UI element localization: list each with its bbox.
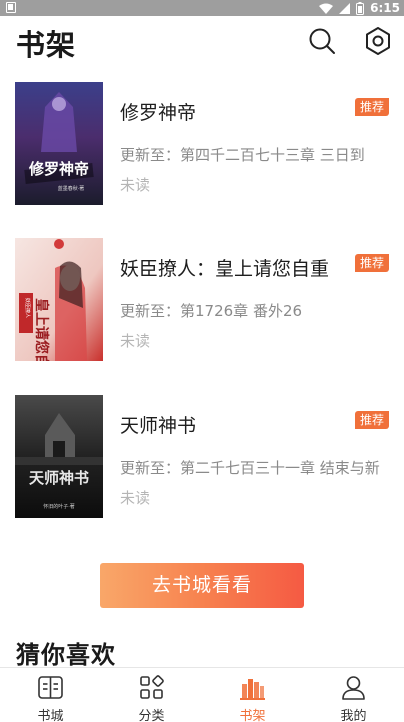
app-header: 书架 — [0, 16, 404, 68]
bottom-nav: 书城 分类 书架 我的 — [0, 667, 404, 722]
status-time: 6:15 — [370, 1, 400, 15]
book-title[interactable]: 妖臣撩人：皇上请您自重 — [120, 254, 329, 281]
nav-item-profile[interactable]: 我的 — [303, 668, 404, 722]
nav-label: 我的 — [340, 709, 367, 722]
book-cover[interactable]: 天师神书 怀旧的叶子·著 — [15, 395, 103, 518]
cover-author: 怀旧的叶子·著 — [43, 503, 75, 510]
recommend-badge: 推荐 — [355, 411, 389, 429]
read-status: 未读 — [120, 489, 151, 507]
nav-item-category[interactable]: 分类 — [101, 668, 202, 722]
search-icon[interactable] — [307, 26, 337, 56]
bookstore-icon — [38, 676, 63, 699]
book-item[interactable]: 皇上请您自重 妖臣撩人 妖臣撩人：皇上请您自重 推荐 更新至：第1726章 番外… — [0, 238, 404, 363]
book-cover[interactable]: 皇上请您自重 妖臣撩人 — [15, 238, 103, 361]
profile-icon — [342, 676, 365, 700]
nav-item-bookshelf[interactable]: 书架 — [202, 668, 303, 722]
book-title[interactable]: 天师神书 — [120, 411, 196, 438]
book-item[interactable]: 天师神书 怀旧的叶子·著 天师神书 推荐 更新至：第二千七百三十一章 结束与新 … — [0, 395, 404, 520]
nav-item-bookstore[interactable]: 书城 — [0, 668, 101, 722]
nav-label: 书架 — [239, 709, 266, 722]
wifi-icon — [319, 3, 334, 14]
settings-icon[interactable] — [363, 26, 393, 56]
book-update: 更新至：第四千二百七十三章 三日到 — [120, 146, 365, 164]
book-update: 更新至：第1726章 番外26 — [120, 302, 303, 320]
cover-title: 天师神书 — [29, 469, 89, 487]
bookshelf-icon — [240, 679, 265, 700]
go-to-bookstore-button[interactable]: 去书城看看 — [100, 563, 304, 608]
cover-title: 修罗神帝 — [28, 160, 89, 178]
page-title: 书架 — [16, 28, 77, 62]
recommend-badge: 推荐 — [355, 98, 389, 116]
book-cover[interactable]: 修罗神帝 蓝墨春秋·著 — [15, 82, 103, 205]
notification-icon — [6, 2, 16, 13]
recommend-section-title: 猜你喜欢 — [16, 641, 116, 669]
book-update: 更新至：第二千七百三十一章 结束与新 — [120, 459, 380, 477]
category-icon — [140, 675, 164, 699]
cover-author: 蓝墨春秋·著 — [58, 185, 85, 192]
recommend-badge: 推荐 — [355, 254, 389, 272]
read-status: 未读 — [120, 332, 151, 350]
book-item[interactable]: 修罗神帝 蓝墨春秋·著 修罗神帝 推荐 更新至：第四千二百七十三章 三日到 未读 — [0, 82, 404, 207]
status-bar: 6:15 — [0, 0, 404, 16]
battery-icon — [356, 1, 365, 15]
cover-title: 皇上请您自重 — [33, 298, 50, 361]
read-status: 未读 — [120, 176, 151, 194]
nav-label: 书城 — [37, 709, 64, 722]
cover-author: 妖臣撩人 — [24, 298, 31, 318]
nav-label: 分类 — [138, 709, 165, 722]
book-title[interactable]: 修罗神帝 — [120, 98, 196, 125]
signal-icon — [339, 2, 351, 14]
